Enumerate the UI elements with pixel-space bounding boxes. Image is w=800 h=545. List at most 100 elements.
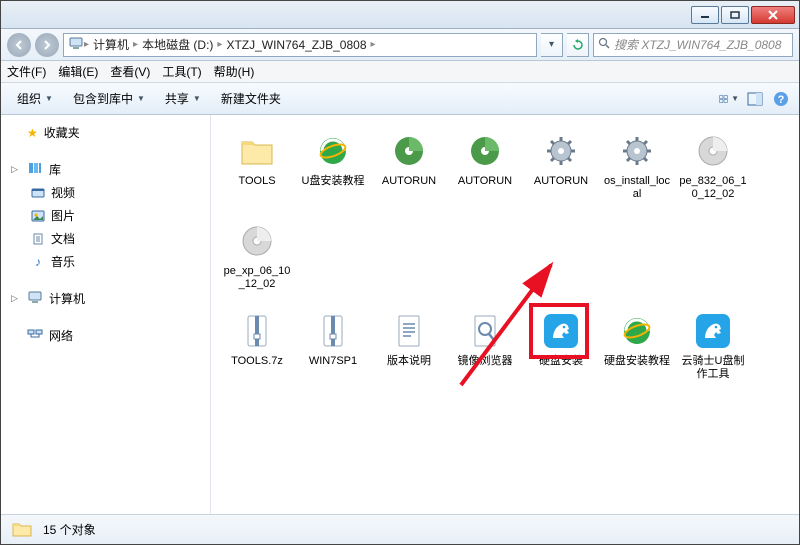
chevron-down-icon: ▼ (193, 94, 201, 103)
file-item[interactable]: 版本说明 (373, 309, 445, 381)
file-item[interactable]: U盘安装教程 (297, 129, 369, 201)
pictures-icon (31, 210, 45, 222)
sidebar-head-libraries[interactable]: ▷ 库 (1, 158, 210, 181)
collapse-icon: ▷ (11, 164, 21, 175)
file-item[interactable]: 硬盘安装教程 (601, 309, 673, 381)
sidebar-head-network[interactable]: 网络 (1, 324, 210, 347)
menu-view[interactable]: 查看(V) (110, 63, 150, 80)
file-label: TOOLS (238, 175, 275, 188)
share-label: 共享 (165, 90, 189, 107)
music-icon: ♪ (31, 256, 45, 268)
file-label: AUTORUN (534, 175, 588, 188)
sidebar-group-favorites: ★ 收藏夹 (1, 121, 210, 144)
new-folder-button[interactable]: 新建文件夹 (213, 86, 289, 111)
sidebar-item-music[interactable]: ♪ 音乐 (1, 250, 210, 273)
file-label: 云骑士U盘制作工具 (677, 355, 749, 381)
sidebar-item-video[interactable]: 视频 (1, 181, 210, 204)
search-input[interactable]: 搜索 XTZJ_WIN764_ZJB_0808 (593, 33, 793, 57)
refresh-button[interactable] (567, 33, 589, 57)
address-row: ▸ 计算机 ▸ 本地磁盘 (D:) ▸ XTZJ_WIN764_ZJB_0808… (1, 29, 799, 61)
sidebar-item-label: 文档 (51, 230, 75, 247)
file-label: AUTORUN (458, 175, 512, 188)
sidebar-item-pictures[interactable]: 图片 (1, 204, 210, 227)
sidebar-item-documents[interactable]: 文档 (1, 227, 210, 250)
address-dropdown-button[interactable]: ▾ (541, 33, 563, 57)
disc-grey-icon (689, 129, 737, 173)
gear-icon (613, 129, 661, 173)
star-icon: ★ (27, 126, 38, 140)
file-item[interactable]: pe_832_06_10_12_02 (677, 129, 749, 201)
menu-edit[interactable]: 编辑(E) (58, 63, 98, 80)
network-icon (27, 327, 43, 344)
status-count: 15 个对象 (43, 521, 96, 538)
magnifier-icon (461, 309, 509, 353)
search-placeholder: 搜索 XTZJ_WIN764_ZJB_0808 (614, 36, 781, 53)
file-label: 硬盘安装教程 (604, 355, 670, 368)
file-item[interactable]: AUTORUN (373, 129, 445, 201)
breadcrumb-computer[interactable]: 计算机 (89, 36, 133, 53)
content-area[interactable]: TOOLS U盘安装教程 AUTORUN AUTORUN AUTORUN os_insta… (211, 115, 799, 514)
file-item[interactable]: AUTORUN (449, 129, 521, 201)
ie-icon (613, 309, 661, 353)
organize-button[interactable]: 组织 ▼ (9, 86, 61, 111)
preview-icon (747, 92, 763, 106)
sidebar-head-computer[interactable]: ▷ 计算机 (1, 287, 210, 310)
help-button[interactable]: ? (771, 89, 791, 109)
file-label: pe_832_06_10_12_02 (677, 175, 749, 201)
preview-pane-button[interactable] (745, 89, 765, 109)
file-label: 镜像浏览器 (458, 355, 513, 368)
sidebar-head-favorites[interactable]: ★ 收藏夹 (1, 121, 210, 144)
sidebar-group-network: 网络 (1, 324, 210, 347)
chevron-down-icon: ▾ (549, 39, 554, 50)
file-item[interactable]: 镜像浏览器 (449, 309, 521, 381)
sidebar-group-libraries: ▷ 库 视频 图片 文档 ♪ 音乐 (1, 158, 210, 273)
menu-help[interactable]: 帮助(H) (214, 63, 255, 80)
disc-green-icon (385, 129, 433, 173)
breadcrumb-drive[interactable]: 本地磁盘 (D:) (138, 36, 217, 53)
file-label: 版本说明 (387, 355, 431, 368)
status-bar: 15 个对象 (1, 514, 799, 544)
svg-text:?: ? (778, 94, 785, 106)
menu-tools[interactable]: 工具(T) (162, 63, 201, 80)
nav-back-button[interactable] (7, 33, 31, 57)
address-bar[interactable]: ▸ 计算机 ▸ 本地磁盘 (D:) ▸ XTZJ_WIN764_ZJB_0808… (63, 33, 537, 57)
maximize-button[interactable] (721, 6, 749, 24)
sidebar-item-label: 视频 (51, 184, 75, 201)
file-item[interactable]: os_install_local (601, 129, 673, 201)
arrow-left-icon (13, 39, 25, 51)
close-button[interactable] (751, 6, 795, 24)
include-button[interactable]: 包含到库中 ▼ (65, 86, 153, 111)
file-item[interactable]: 硬盘安装 (525, 309, 597, 381)
file-item[interactable]: WIN7SP1 (297, 309, 369, 381)
window-titlebar (1, 1, 799, 29)
file-item[interactable]: TOOLS.7z (221, 309, 293, 381)
file-item[interactable]: 云骑士U盘制作工具 (677, 309, 749, 381)
file-label: os_install_local (601, 175, 673, 201)
chevron-down-icon: ▼ (731, 94, 739, 103)
arrow-right-icon (41, 39, 53, 51)
tiles-icon (719, 92, 729, 106)
file-label: WIN7SP1 (309, 355, 357, 368)
file-item[interactable]: TOOLS (221, 129, 293, 201)
breadcrumb-separator: ▸ (371, 39, 376, 50)
share-button[interactable]: 共享 ▼ (157, 86, 209, 111)
close-icon (767, 10, 779, 20)
sidebar-item-label: 音乐 (51, 253, 75, 270)
maximize-icon (730, 11, 740, 19)
file-item[interactable]: AUTORUN (525, 129, 597, 201)
toolbar: 组织 ▼ 包含到库中 ▼ 共享 ▼ 新建文件夹 ▼ ? (1, 83, 799, 115)
documents-icon (31, 233, 45, 245)
menu-file[interactable]: 文件(F) (7, 63, 46, 80)
nav-forward-button[interactable] (35, 33, 59, 57)
file-label: AUTORUN (382, 175, 436, 188)
computer-icon (68, 36, 84, 53)
breadcrumb-folder[interactable]: XTZJ_WIN764_ZJB_0808 (222, 38, 370, 52)
library-icon (27, 161, 43, 178)
ie-icon (309, 129, 357, 173)
view-options-button[interactable]: ▼ (719, 89, 739, 109)
file-item[interactable]: pe_xp_06_10_12_02 (221, 219, 293, 291)
main-area: ★ 收藏夹 ▷ 库 视频 图片 文档 (1, 115, 799, 514)
minimize-button[interactable] (691, 6, 719, 24)
folder-icon (11, 519, 33, 541)
file-label: pe_xp_06_10_12_02 (221, 265, 293, 291)
